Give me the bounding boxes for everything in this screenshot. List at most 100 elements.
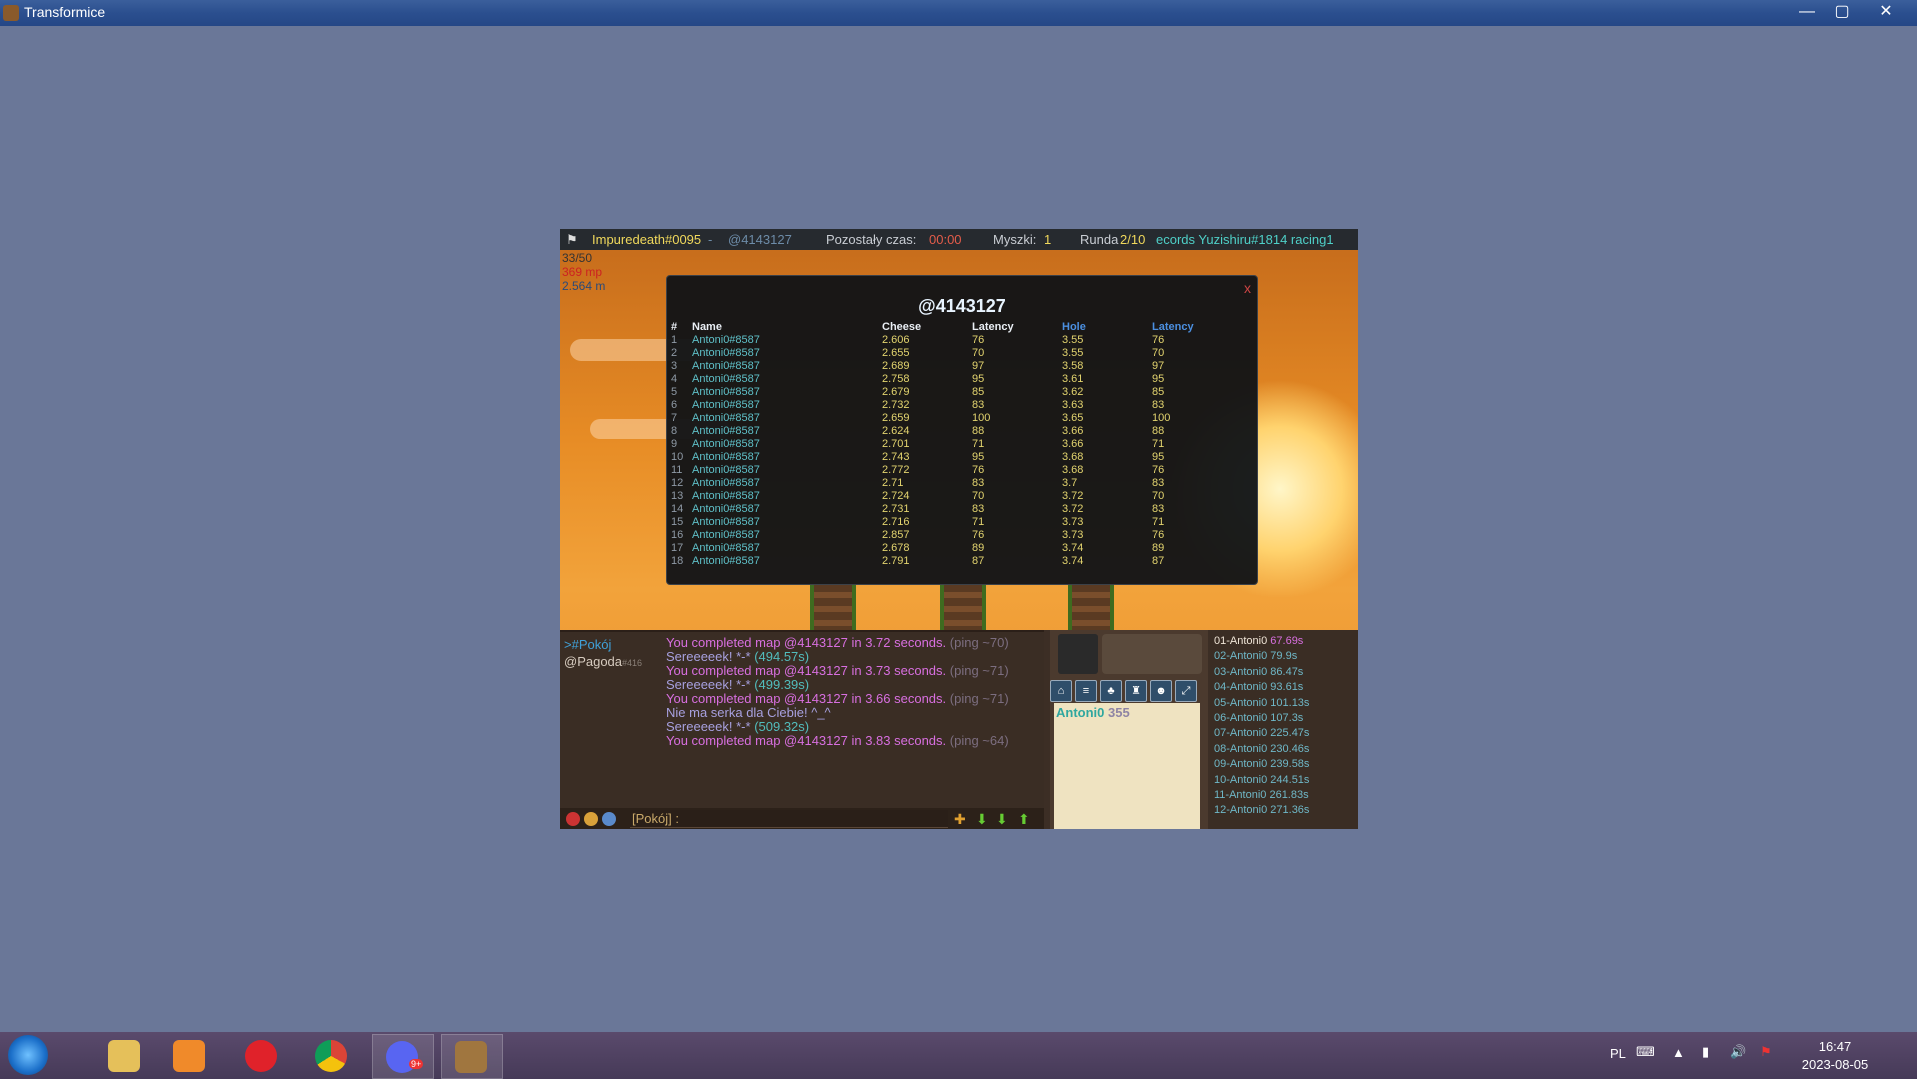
ranking-item[interactable]: 06-Antoni0 107.3s (1214, 711, 1309, 726)
ranking-item[interactable]: 10-Antoni0 244.51s (1214, 773, 1309, 788)
name-cell: Antoni0#8587 (692, 438, 760, 450)
friends-icon[interactable]: ☻ (1150, 680, 1172, 702)
name-cell: Antoni0#8587 (692, 503, 760, 515)
ranking-name: 01-Antoni0 (1214, 635, 1268, 647)
game-viewport[interactable]: ⚑ Impuredeath#0095 - @4143127 Pozostały … (560, 229, 1358, 829)
maximize-button[interactable]: ▢ (1822, 0, 1862, 24)
ranking-time: 271.36s (1270, 804, 1310, 817)
channel-room[interactable]: >#Pokój (564, 636, 642, 653)
latency2-cell: 95 (1152, 451, 1165, 463)
tribe-icon[interactable]: ♣ (1100, 680, 1122, 702)
name-cell: Antoni0#8587 (692, 477, 760, 489)
cheese-cell: 2.701 (882, 438, 910, 450)
arrow-down-icon[interactable]: ⬇ (976, 811, 988, 828)
channel-list: >#Pokój @Pagoda#416 (564, 636, 642, 672)
close-window-button[interactable]: ✕ (1866, 0, 1906, 24)
emote-palette[interactable] (1102, 634, 1202, 674)
pillar-platform (940, 584, 986, 634)
network-icon[interactable]: ▮ (1702, 1044, 1709, 1060)
col-rank-header: # (671, 321, 678, 333)
ranking-time: 93.61s (1270, 681, 1304, 694)
ranking-item[interactable]: 12-Antoni0 271.36s (1214, 803, 1309, 818)
home-icon[interactable] (602, 812, 616, 826)
minimize-button[interactable]: — (1787, 0, 1827, 24)
hole-cell: 3.61 (1062, 373, 1084, 385)
ranking-item[interactable]: 03-Antoni0 86.47s (1214, 665, 1309, 680)
chat-input[interactable]: [Pokój] : (630, 810, 948, 828)
ranking-list: 01-Antoni0 67.69s 02-Antoni0 79.9s 03-Anto… (1214, 634, 1309, 819)
latency2-cell: 70 (1152, 490, 1165, 502)
explorer-icon[interactable] (95, 1034, 155, 1077)
profile-card: Antoni0 355 (1054, 703, 1200, 829)
opera-icon[interactable] (232, 1034, 292, 1077)
ranking-item[interactable]: 01-Antoni0 67.69s (1214, 634, 1309, 649)
ranking-item[interactable]: 04-Antoni0 93.61s (1214, 680, 1309, 695)
rank-cell: 17 (671, 542, 684, 554)
chat-ping: (ping ~71) (949, 663, 1009, 678)
rank-cell: 10 (671, 451, 684, 463)
ranking-item[interactable]: 02-Antoni0 79.9s (1214, 649, 1309, 664)
arrow-down-icon[interactable]: ⬇ (996, 811, 1008, 828)
name-cell: Antoni0#8587 (692, 529, 760, 541)
close-dialog-button[interactable]: x (1244, 280, 1251, 296)
cheese-cell: 2.758 (882, 373, 910, 385)
ranking-item[interactable]: 05-Antoni0 101.13s (1214, 696, 1309, 711)
clock[interactable]: 16:47 2023-08-05 (1790, 1038, 1880, 1074)
round-label: Runda (1080, 232, 1119, 247)
latency2-cell: 71 (1152, 438, 1165, 450)
cheese-cell: 2.679 (882, 386, 910, 398)
flag-icon[interactable]: ⚑ (1760, 1044, 1772, 1060)
rank-cell: 9 (671, 438, 678, 450)
cheese-cell: 2.655 (882, 347, 910, 359)
window-title-bar[interactable]: Transformice — ▢ ✕ (0, 0, 1917, 26)
shield-icon[interactable] (584, 812, 598, 826)
table-row: 16 Antoni0#8587 2.857 76 3.73 76 (671, 529, 1212, 542)
hole-cell: 3.65 (1062, 412, 1084, 424)
transformice-icon[interactable] (441, 1034, 503, 1079)
name-cell: Antoni0#8587 (692, 360, 760, 372)
name-cell: Antoni0#8587 (692, 425, 760, 437)
table-row: 11 Antoni0#8587 2.772 76 3.68 76 (671, 464, 1212, 477)
ranking-item[interactable]: 11-Antoni0 261.83s (1214, 788, 1309, 803)
profile-score: 355 (1108, 705, 1130, 720)
cheese-cell: 2.732 (882, 399, 910, 411)
discord-icon[interactable]: 9+ (372, 1034, 434, 1079)
ranking-item[interactable]: 09-Antoni0 239.58s (1214, 757, 1309, 772)
channel-tribe[interactable]: @Pagoda#416 (564, 653, 642, 672)
chat-input-bar: [Pokój] : ✚ ⬇ ⬇ ⬆ (560, 808, 1044, 829)
latency-cell: 97 (972, 360, 985, 372)
ranking-item[interactable]: 08-Antoni0 230.46s (1214, 742, 1309, 757)
channel-tribe-label: @Pagoda (564, 654, 623, 669)
chat-message-text: You completed map @4143127 in 3.73 secon… (666, 663, 947, 678)
latency2-cell: 88 (1152, 425, 1165, 437)
chevron-up-icon[interactable]: ▲ (1672, 1045, 1685, 1060)
hole-cell: 3.55 (1062, 334, 1084, 346)
fullscreen-icon[interactable]: ⤢ (1175, 680, 1197, 702)
map-flag-icon: ⚑ (566, 232, 578, 247)
volume-icon[interactable]: 🔊 (1730, 1044, 1746, 1060)
profile-name[interactable]: Antoni0 355 (1056, 705, 1130, 720)
cheese-cell: 2.71 (882, 477, 904, 489)
plus-icon[interactable]: ✚ (954, 811, 966, 828)
ranking-name: 04-Antoni0 (1214, 681, 1268, 694)
keyboard-icon[interactable]: ⌨ (1636, 1044, 1655, 1060)
latency-cell: 83 (972, 503, 985, 515)
latency2-cell: 95 (1152, 373, 1165, 385)
list-icon[interactable]: ≡ (1075, 680, 1097, 702)
trophy-icon[interactable]: ♜ (1125, 680, 1147, 702)
heart-icon[interactable] (566, 812, 580, 826)
ranking-name: 02-Antoni0 (1214, 650, 1268, 663)
latency-cell: 76 (972, 464, 985, 476)
latency-cell: 95 (972, 373, 985, 385)
shop-icon[interactable]: ⌂ (1050, 680, 1072, 702)
start-button[interactable] (8, 1035, 48, 1075)
clock-date: 2023-08-05 (1801, 1057, 1869, 1072)
latency-cell: 76 (972, 529, 985, 541)
arrow-up-icon[interactable]: ⬆ (1018, 811, 1030, 828)
media-player-icon[interactable] (160, 1034, 220, 1077)
language-indicator[interactable]: PL (1610, 1046, 1626, 1061)
chrome-icon[interactable] (302, 1034, 362, 1077)
avatar[interactable] (1058, 634, 1098, 674)
latency-cell: 95 (972, 451, 985, 463)
ranking-item[interactable]: 07-Antoni0 225.47s (1214, 726, 1309, 741)
